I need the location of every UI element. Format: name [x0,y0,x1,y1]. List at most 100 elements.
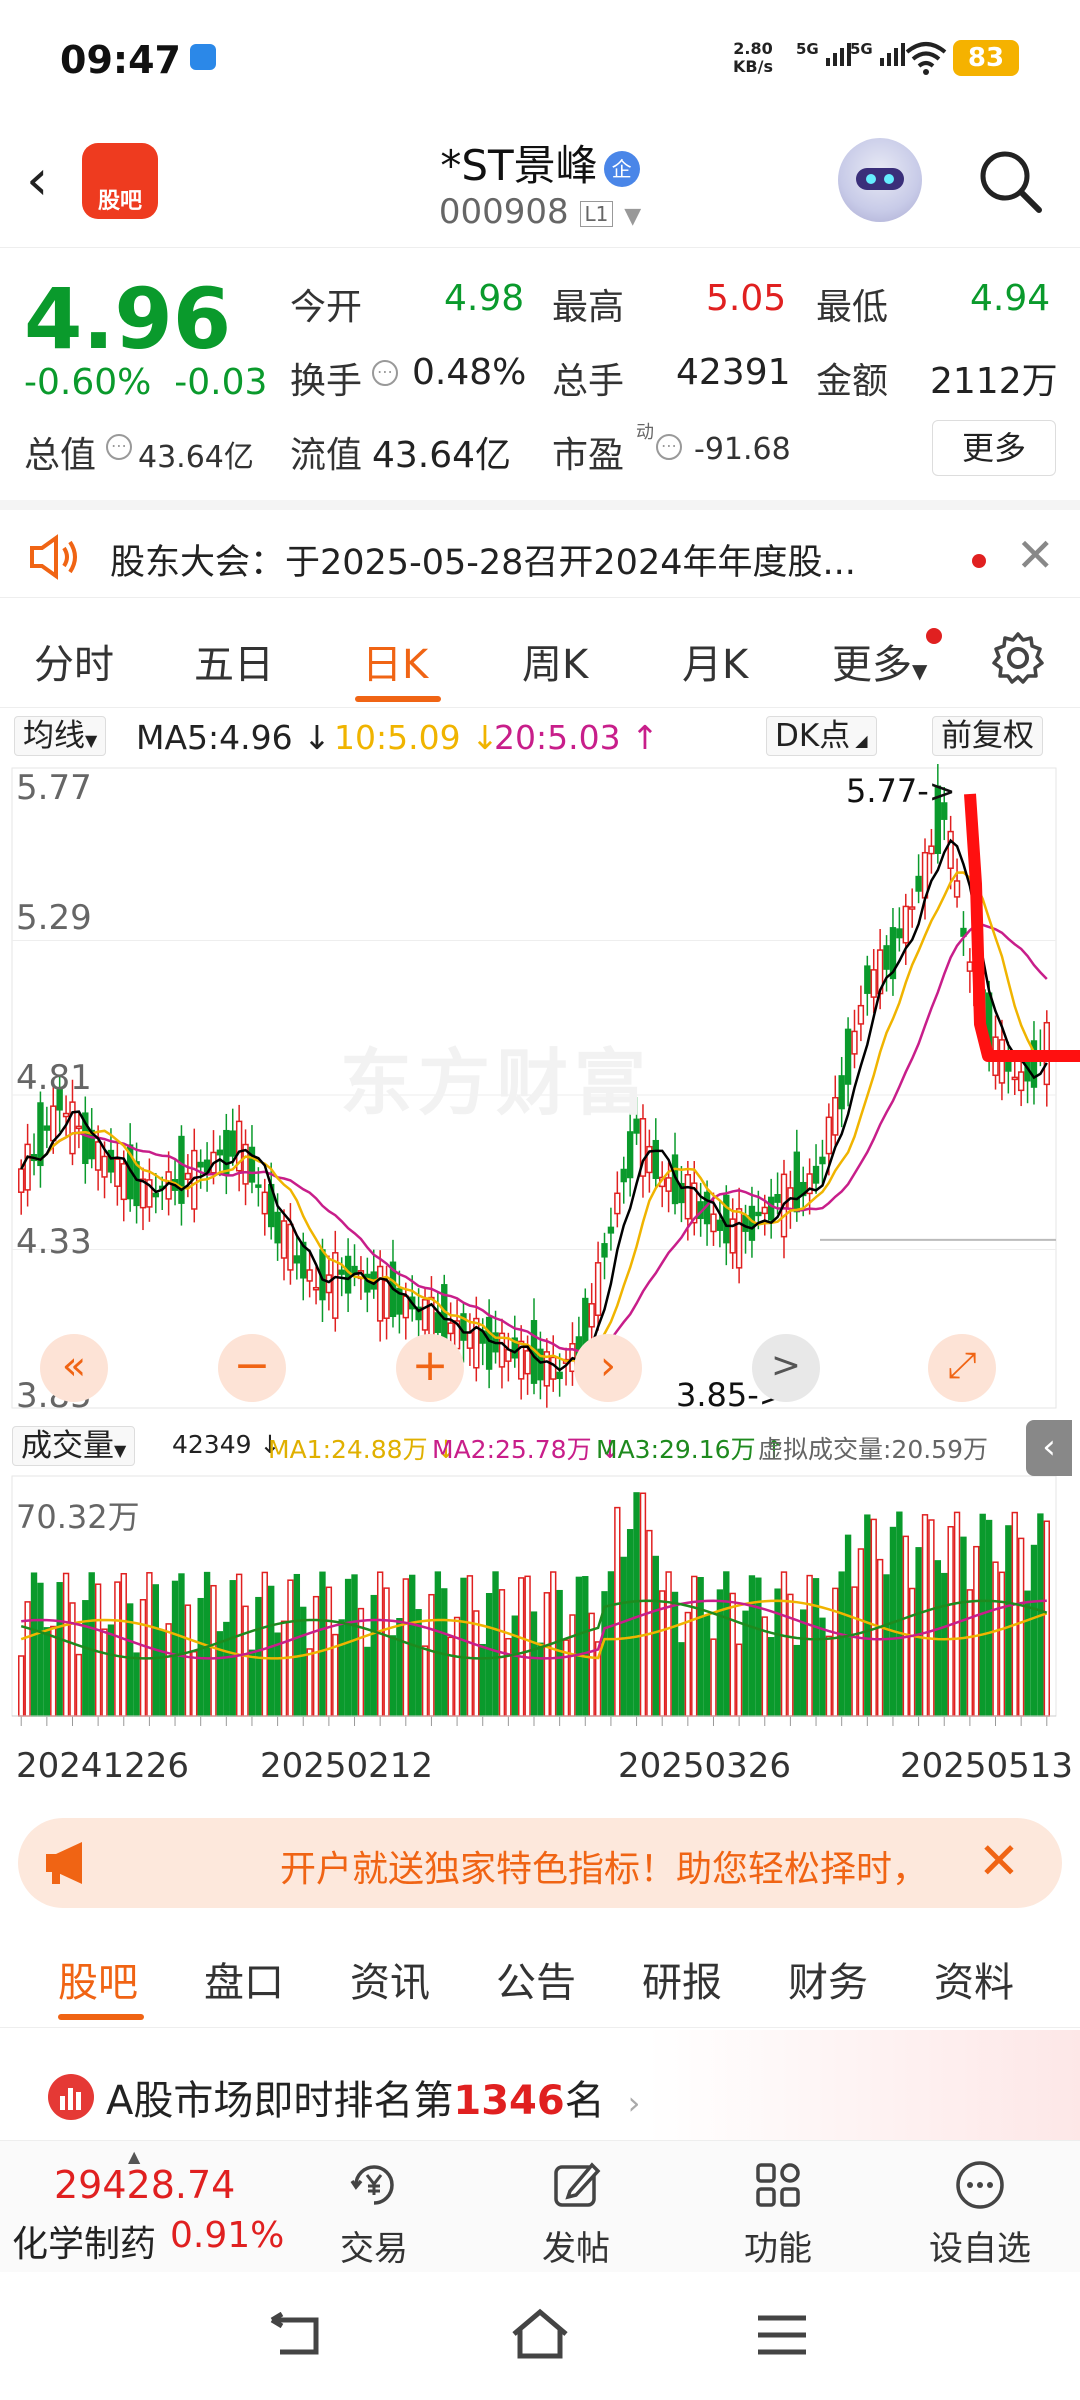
volume-bar [50,1625,57,1717]
candle-body [376,1265,384,1322]
edit-icon [554,2162,601,2207]
index-change[interactable]: 0.91% [170,2215,284,2256]
stock-name: *ST景峰 [440,141,598,190]
volume-bar [344,1578,352,1717]
volume-bar [973,1545,980,1717]
close-icon[interactable]: ✕ [1016,528,1055,582]
home-nav-icon[interactable] [510,2308,570,2362]
tab-announcement[interactable]: 公告 [496,1950,576,2008]
close-icon[interactable]: ✕ [978,1832,1020,1890]
volume-bar [62,1572,70,1717]
volume-bar [101,1628,108,1717]
volume-bar [165,1623,172,1717]
volume-bar [37,1582,44,1717]
trade-button[interactable]: 交易 [314,2157,434,2270]
candle-body [280,1220,288,1259]
tab-pankou[interactable]: 盘口 [204,1950,284,2008]
volume-bar [703,1615,711,1717]
volume-bar [306,1648,313,1717]
post-button[interactable]: 发帖 [516,2157,636,2270]
notice-bar[interactable]: 股东大会：于2025-05-28召开2024年年度股... ✕ [0,500,1080,598]
volume-bar [466,1575,474,1717]
search-icon[interactable] [975,146,1045,216]
candle-body [684,1174,692,1220]
change-amount: -0.03 [174,362,268,403]
kline-chart[interactable]: 5.77 5.29 4.81 4.33 3.85 东方财富 5.77-> 3.8… [0,763,1080,1804]
volume-bar [434,1571,442,1717]
tab-more[interactable]: 更多▼ [832,632,927,690]
assistant-robot-icon[interactable] [838,138,922,222]
index-value[interactable]: 29428.74 [54,2163,235,2207]
info-icon[interactable]: ⋯ [656,434,682,460]
volume-bar [383,1587,390,1717]
tab-intraday[interactable]: 分时 [34,632,114,690]
tab-daily-k[interactable]: 日K [362,632,428,690]
tab-weekly-k[interactable]: 周K [522,632,588,690]
volume-select-button[interactable]: 成交量▼ [12,1426,136,1466]
candle-body [902,905,909,944]
volume-bar [800,1609,807,1717]
tab-guba[interactable]: 股吧 [58,1950,138,2008]
candle-body [402,1295,409,1319]
candle-body [24,1143,31,1191]
volume-bar [729,1592,736,1717]
tab-finance[interactable]: 财务 [788,1950,868,2008]
volume-bar [620,1556,627,1717]
volume-bar [82,1600,89,1717]
adjust-button[interactable]: 前复权 [932,716,1043,756]
promo-banner[interactable]: 开户就送独家特色指标！助您轻松择时， ✕ [18,1818,1062,1908]
tab-research[interactable]: 研报 [642,1950,722,2008]
zoom-out-button[interactable]: − [218,1334,286,1402]
low-value: 4.94 [970,278,1051,319]
volume-bar [18,1655,25,1717]
volume-bar [755,1577,762,1717]
candle-body [293,1255,301,1264]
volume-bar [780,1571,788,1717]
more-quote-button[interactable]: 更多 [932,420,1056,476]
cursor-button[interactable]: > [752,1334,820,1402]
candle-body [864,965,871,994]
rank-banner[interactable]: A股市场即时排名第1346名 › [0,2030,1080,2140]
ma-select-button[interactable]: 均线▼ [14,716,107,756]
scroll-left-button[interactable]: « [40,1334,108,1402]
fullscreen-icon[interactable]: ⤢ [928,1334,996,1402]
dk-point-button[interactable]: DK点 ◢ [766,716,877,756]
tab-profile[interactable]: 资料 [934,1950,1014,2008]
grid-icon [756,2163,800,2207]
zoom-in-button[interactable]: + [396,1334,464,1402]
volume-bar [447,1636,454,1717]
volume-bar [626,1529,634,1717]
back-nav-icon[interactable] [268,2312,328,2362]
volume-bar [678,1642,685,1717]
tab-five-day[interactable]: 五日 [194,632,274,690]
add-watchlist-button[interactable]: 设自选 [920,2157,1040,2270]
candle-body [306,1269,313,1282]
scroll-right-button[interactable]: › [574,1334,642,1402]
gear-icon[interactable] [990,630,1046,686]
chart-tabs: 分时 五日 日K 周K 月K 更多▼ [0,608,1080,708]
tab-monthly-k[interactable]: 月K [682,632,748,690]
chevron-right-icon: › [617,2084,641,2122]
candle-body [178,1135,185,1204]
status-bar: 09:47 2.80 KB/s 5G 5G 83 [0,0,1080,118]
volume-bar [223,1621,230,1717]
collapse-panel-button[interactable]: ‹ [1026,1420,1072,1476]
volume-bar [556,1589,563,1717]
volume-bar [287,1579,294,1717]
functions-button[interactable]: 功能 [718,2157,838,2270]
index-name[interactable]: 化学制药 [12,2215,156,2267]
y-tick-label: 5.77 [16,768,92,808]
candle-body [607,1226,615,1234]
ma5-value: MA5:4.96 ↓ [136,718,331,757]
candle-body [870,969,877,998]
candle-body [774,1194,781,1203]
kline-svg[interactable] [0,763,1080,1804]
volume-bar [511,1615,518,1717]
info-icon[interactable]: ⋯ [372,360,398,386]
menu-nav-icon[interactable] [752,2312,812,2358]
candle-body [447,1322,454,1335]
stock-code-row[interactable]: 000908 L1 ▼ [0,192,1080,232]
tab-news[interactable]: 资讯 [350,1950,430,2008]
volume-bar [671,1591,679,1717]
info-icon[interactable]: ⋯ [106,434,132,460]
